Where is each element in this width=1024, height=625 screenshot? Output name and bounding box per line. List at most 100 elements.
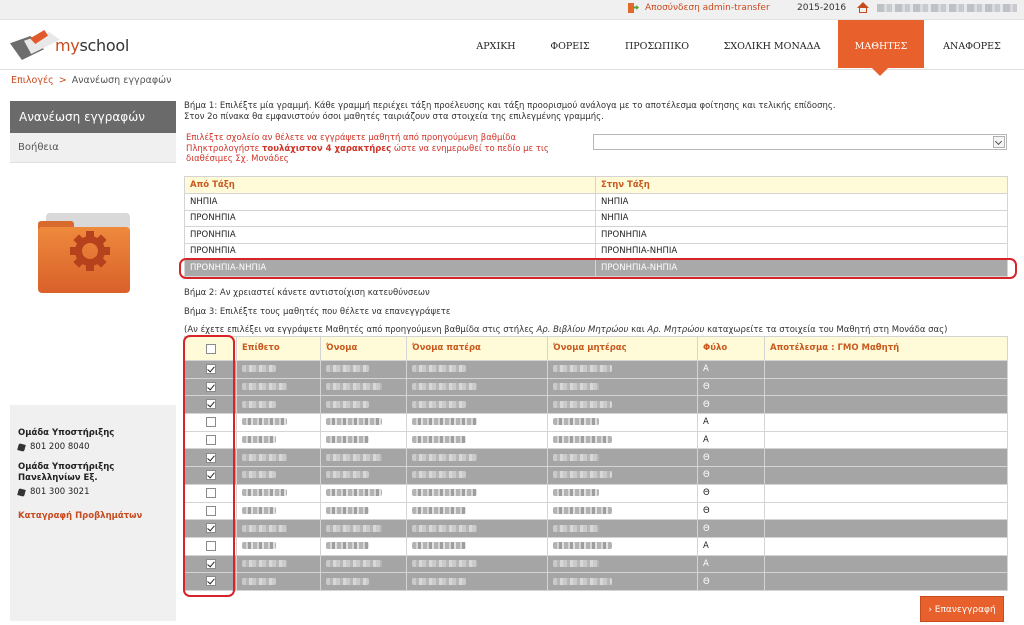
breadcrumb: Επιλογές > Ανανέωση εγγραφών — [11, 75, 171, 86]
result-cell — [764, 501, 1008, 521]
redacted-text — [412, 489, 477, 497]
surname-cell — [236, 377, 321, 397]
table-row[interactable]: Θ — [184, 395, 1008, 415]
mother-name-cell — [547, 501, 698, 521]
grade-to: ΝΗΠΙΑ — [595, 193, 1008, 211]
step2-instructions: Βήμα 2: Αν χρειαστεί κάνετε αντιστοίχιση… — [184, 288, 430, 298]
redacted-text — [242, 542, 276, 550]
father-name-cell — [406, 554, 548, 574]
surname-cell — [236, 483, 321, 503]
chevron-down-icon[interactable] — [993, 136, 1005, 148]
school-hint-line1: Επιλέξτε σχολείο αν θέλετε να εγγράψετε … — [186, 133, 517, 143]
redacted-text — [412, 542, 466, 550]
name-cell — [320, 377, 407, 397]
nav-item-staff[interactable]: ΠΡΟΣΩΠΙΚΟ — [612, 20, 702, 68]
brand-logo[interactable] — [10, 30, 60, 62]
table-row[interactable]: Θ — [184, 572, 1008, 591]
table-row[interactable]: Θ — [184, 519, 1008, 538]
redacted-text — [412, 418, 477, 426]
table-row[interactable]: Θ — [184, 483, 1008, 503]
surname-cell — [236, 572, 321, 591]
breadcrumb-current: Ανανέωση εγγραφών — [71, 75, 172, 86]
gender-cell: Θ — [697, 483, 765, 503]
redacted-text — [326, 436, 369, 444]
table-row[interactable]: ΝΗΠΙΑ ΝΗΠΙΑ — [184, 193, 1008, 211]
table-row[interactable]: Θ — [184, 377, 1008, 397]
result-cell — [764, 448, 1008, 468]
table-row[interactable]: Θ — [184, 466, 1008, 485]
table-row[interactable]: Θ — [184, 501, 1008, 521]
mother-name-cell — [547, 430, 698, 450]
gender-cell: Α — [697, 360, 765, 379]
mother-name-cell — [547, 536, 698, 556]
result-cell — [764, 430, 1008, 450]
grade-to: ΠΡΟΝΗΠΙΑ — [595, 226, 1008, 244]
sidebar-help-link[interactable]: Βοήθεια — [10, 133, 176, 163]
mother-name-cell — [547, 519, 698, 538]
sidebar: Ανανέωση εγγραφών Βοήθεια Ομάδα Υποστήρι… — [10, 101, 176, 621]
name-cell — [320, 430, 407, 450]
father-name-cell — [406, 395, 548, 415]
table-row[interactable]: Α — [184, 536, 1008, 556]
table-row[interactable]: Α — [184, 360, 1008, 379]
table-row[interactable]: Θ — [184, 448, 1008, 468]
column-header-result: Αποτέλεσμα : ΓΜΟ Μαθητή — [764, 336, 1008, 361]
redacted-text — [412, 506, 466, 514]
mother-name-cell — [547, 413, 698, 432]
logout-label: Αποσύνδεση admin-transfer — [645, 3, 770, 13]
redacted-user-info — [877, 4, 1017, 12]
redacted-text — [553, 400, 612, 408]
school-select[interactable] — [593, 134, 1007, 150]
breadcrumb-root[interactable]: Επιλογές — [11, 75, 54, 86]
nav-item-school-unit[interactable]: ΣΧΟΛΙΚΗ ΜΟΝΑΔΑ — [712, 20, 832, 68]
gender-cell: Α — [697, 554, 765, 574]
sidebar-illustration — [10, 163, 176, 405]
redacted-text — [553, 577, 612, 585]
father-name-cell — [406, 448, 548, 468]
surname-cell — [236, 413, 321, 432]
redacted-text — [553, 489, 599, 497]
column-header-to: Στην Τάξη — [595, 176, 1008, 194]
redacted-text — [242, 418, 287, 426]
report-problems-link[interactable]: Καταγραφή Προβλημάτων — [18, 511, 142, 521]
redacted-text — [553, 383, 599, 391]
gender-cell: Θ — [697, 572, 765, 591]
table-row[interactable]: ΠΡΟΝΗΠΙΑ ΝΗΠΙΑ — [184, 209, 1008, 227]
logout-link[interactable]: Αποσύνδεση admin-transfer — [628, 3, 770, 13]
column-header-mother: Όνομα μητέρας — [547, 336, 698, 361]
result-cell — [764, 483, 1008, 503]
table-row[interactable]: Α — [184, 430, 1008, 450]
home-icon[interactable] — [857, 2, 869, 13]
reenroll-button[interactable]: › Επανεγγραφή — [920, 596, 1004, 622]
school-year[interactable]: 2015-2016 — [797, 3, 846, 13]
sidebar-title: Ανανέωση εγγραφών — [10, 101, 176, 133]
nav-item-home[interactable]: ΑΡΧΙΚΗ — [466, 20, 526, 68]
mother-name-cell — [547, 554, 698, 574]
nav-item-reports[interactable]: ΑΝΑΦΟΡΕΣ — [930, 20, 1014, 68]
nav-item-agencies[interactable]: ΦΟΡΕΙΣ — [538, 20, 602, 68]
table-row[interactable]: Α — [184, 413, 1008, 432]
support-label: Ομάδα Υποστήριξης — [18, 428, 115, 438]
active-nav-caret — [872, 68, 888, 76]
nav-item-students[interactable]: ΜΑΘΗΤΕΣ — [838, 20, 924, 68]
father-name-cell — [406, 572, 548, 591]
gender-cell: Α — [697, 536, 765, 556]
students-table: Επίθετο Όνομα Όνομα πατέρα Όνομα μητέρας… — [184, 336, 1008, 591]
redacted-text — [326, 524, 382, 532]
step1-line2: Στον 2ο πίνακα θα εμφανιστούν όσοι μαθητ… — [184, 112, 604, 122]
surname-cell — [236, 519, 321, 538]
mother-name-cell — [547, 483, 698, 503]
redacted-text — [412, 436, 466, 444]
school-hint-line2: Πληκτρολογήστε τουλάχιστον 4 χαρακτήρες … — [186, 143, 549, 165]
result-cell — [764, 536, 1008, 556]
result-cell — [764, 466, 1008, 485]
surname-cell — [236, 360, 321, 379]
table-row[interactable]: Α — [184, 554, 1008, 574]
redacted-text — [242, 559, 287, 567]
table-row[interactable]: ΠΡΟΝΗΠΙΑ ΠΡΟΝΗΠΙΑ — [184, 226, 1008, 244]
redacted-text — [242, 577, 276, 585]
gender-cell: Θ — [697, 377, 765, 397]
step3-instructions: Βήμα 3: Επιλέξτε τους μαθητές που θέλετε… — [184, 307, 451, 317]
result-cell — [764, 572, 1008, 591]
brand-name[interactable]: myschool — [55, 36, 129, 55]
